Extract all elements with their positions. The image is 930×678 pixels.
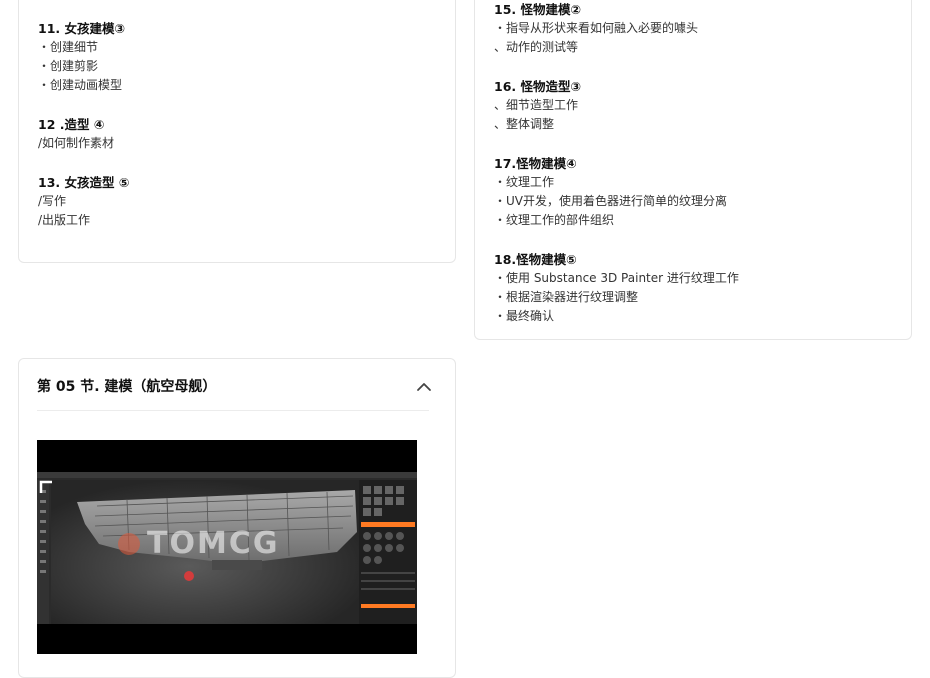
lesson-12: 12 .造型 ④ /如何制作素材 [38,115,114,153]
lesson-title: 12 .造型 ④ [38,117,105,132]
lesson-11: 11. 女孩建模③ ・创建细节 ・创建剪影 ・创建动画模型 [38,19,125,96]
lesson-line: /如何制作素材 [38,136,115,150]
lesson-line: 、细节造型工作 [494,98,579,112]
lesson-18: 18.怪物建模⑤ ・使用 Substance 3D Painter 进行纹理工作… [494,250,739,327]
watermark-logo: TOMCG [147,526,280,561]
lesson-line: ・纹理工作的部件组织 [494,213,615,228]
lesson-line: /写作 [38,194,67,208]
lesson-line: ・使用 Substance 3D Painter 进行纹理工作 [494,271,739,285]
lesson-line: /出版工作 [38,213,91,228]
lesson-line: ・纹理工作 [494,175,555,189]
lesson-line: ・指导从形状来看如何融入必要的噱头 [494,21,699,35]
lesson-title: 18.怪物建模⑤ [494,252,577,267]
lesson-line: 、动作的测试等 [494,40,579,55]
video-preview[interactable]: TOMCG [37,440,417,654]
lesson-title: 17.怪物建模④ [494,156,577,171]
lesson-title: 11. 女孩建模③ [38,21,126,36]
lesson-title: 13. 女孩造型 ⑤ [38,175,130,190]
lesson-17: 17.怪物建模④ ・纹理工作 ・UV开发，使用着色器进行简单的纹理分离 ・纹理工… [494,154,727,231]
section-title: 第 05 节. 建模（航空母舰） [37,379,217,395]
chevron-up-icon[interactable] [415,378,433,396]
lesson-15: 15. 怪物建模② ・指导从形状来看如何融入必要的噱头 、动作的测试等 [494,0,698,57]
section-header[interactable]: 第 05 节. 建模（航空母舰） [37,377,431,411]
curriculum-card-right: 15. 怪物建模② ・指导从形状来看如何融入必要的噱头 、动作的测试等 16. … [474,0,912,340]
lesson-line: ・创建细节 [38,40,99,54]
lesson-13: 13. 女孩造型 ⑤ /写作 /出版工作 [38,173,129,230]
lesson-title: 15. 怪物建模② [494,2,582,17]
section-card: 第 05 节. 建模（航空母舰） TOMCG [18,358,456,678]
lesson-line: 、整体调整 [494,117,555,132]
curriculum-card-left: 11. 女孩建模③ ・创建细节 ・创建剪影 ・创建动画模型 12 .造型 ④ /… [18,0,456,263]
lesson-16: 16. 怪物造型③ 、细节造型工作 、整体调整 [494,77,581,134]
lesson-line: ・UV开发，使用着色器进行简单的纹理分离 [494,194,727,209]
lesson-line: ・创建剪影 [38,59,99,74]
lesson-line: ・创建动画模型 [38,78,123,93]
lesson-line: ・根据渲染器进行纹理调整 [494,290,639,305]
lesson-title: 16. 怪物造型③ [494,79,582,94]
lesson-line: ・最终确认 [494,309,555,324]
